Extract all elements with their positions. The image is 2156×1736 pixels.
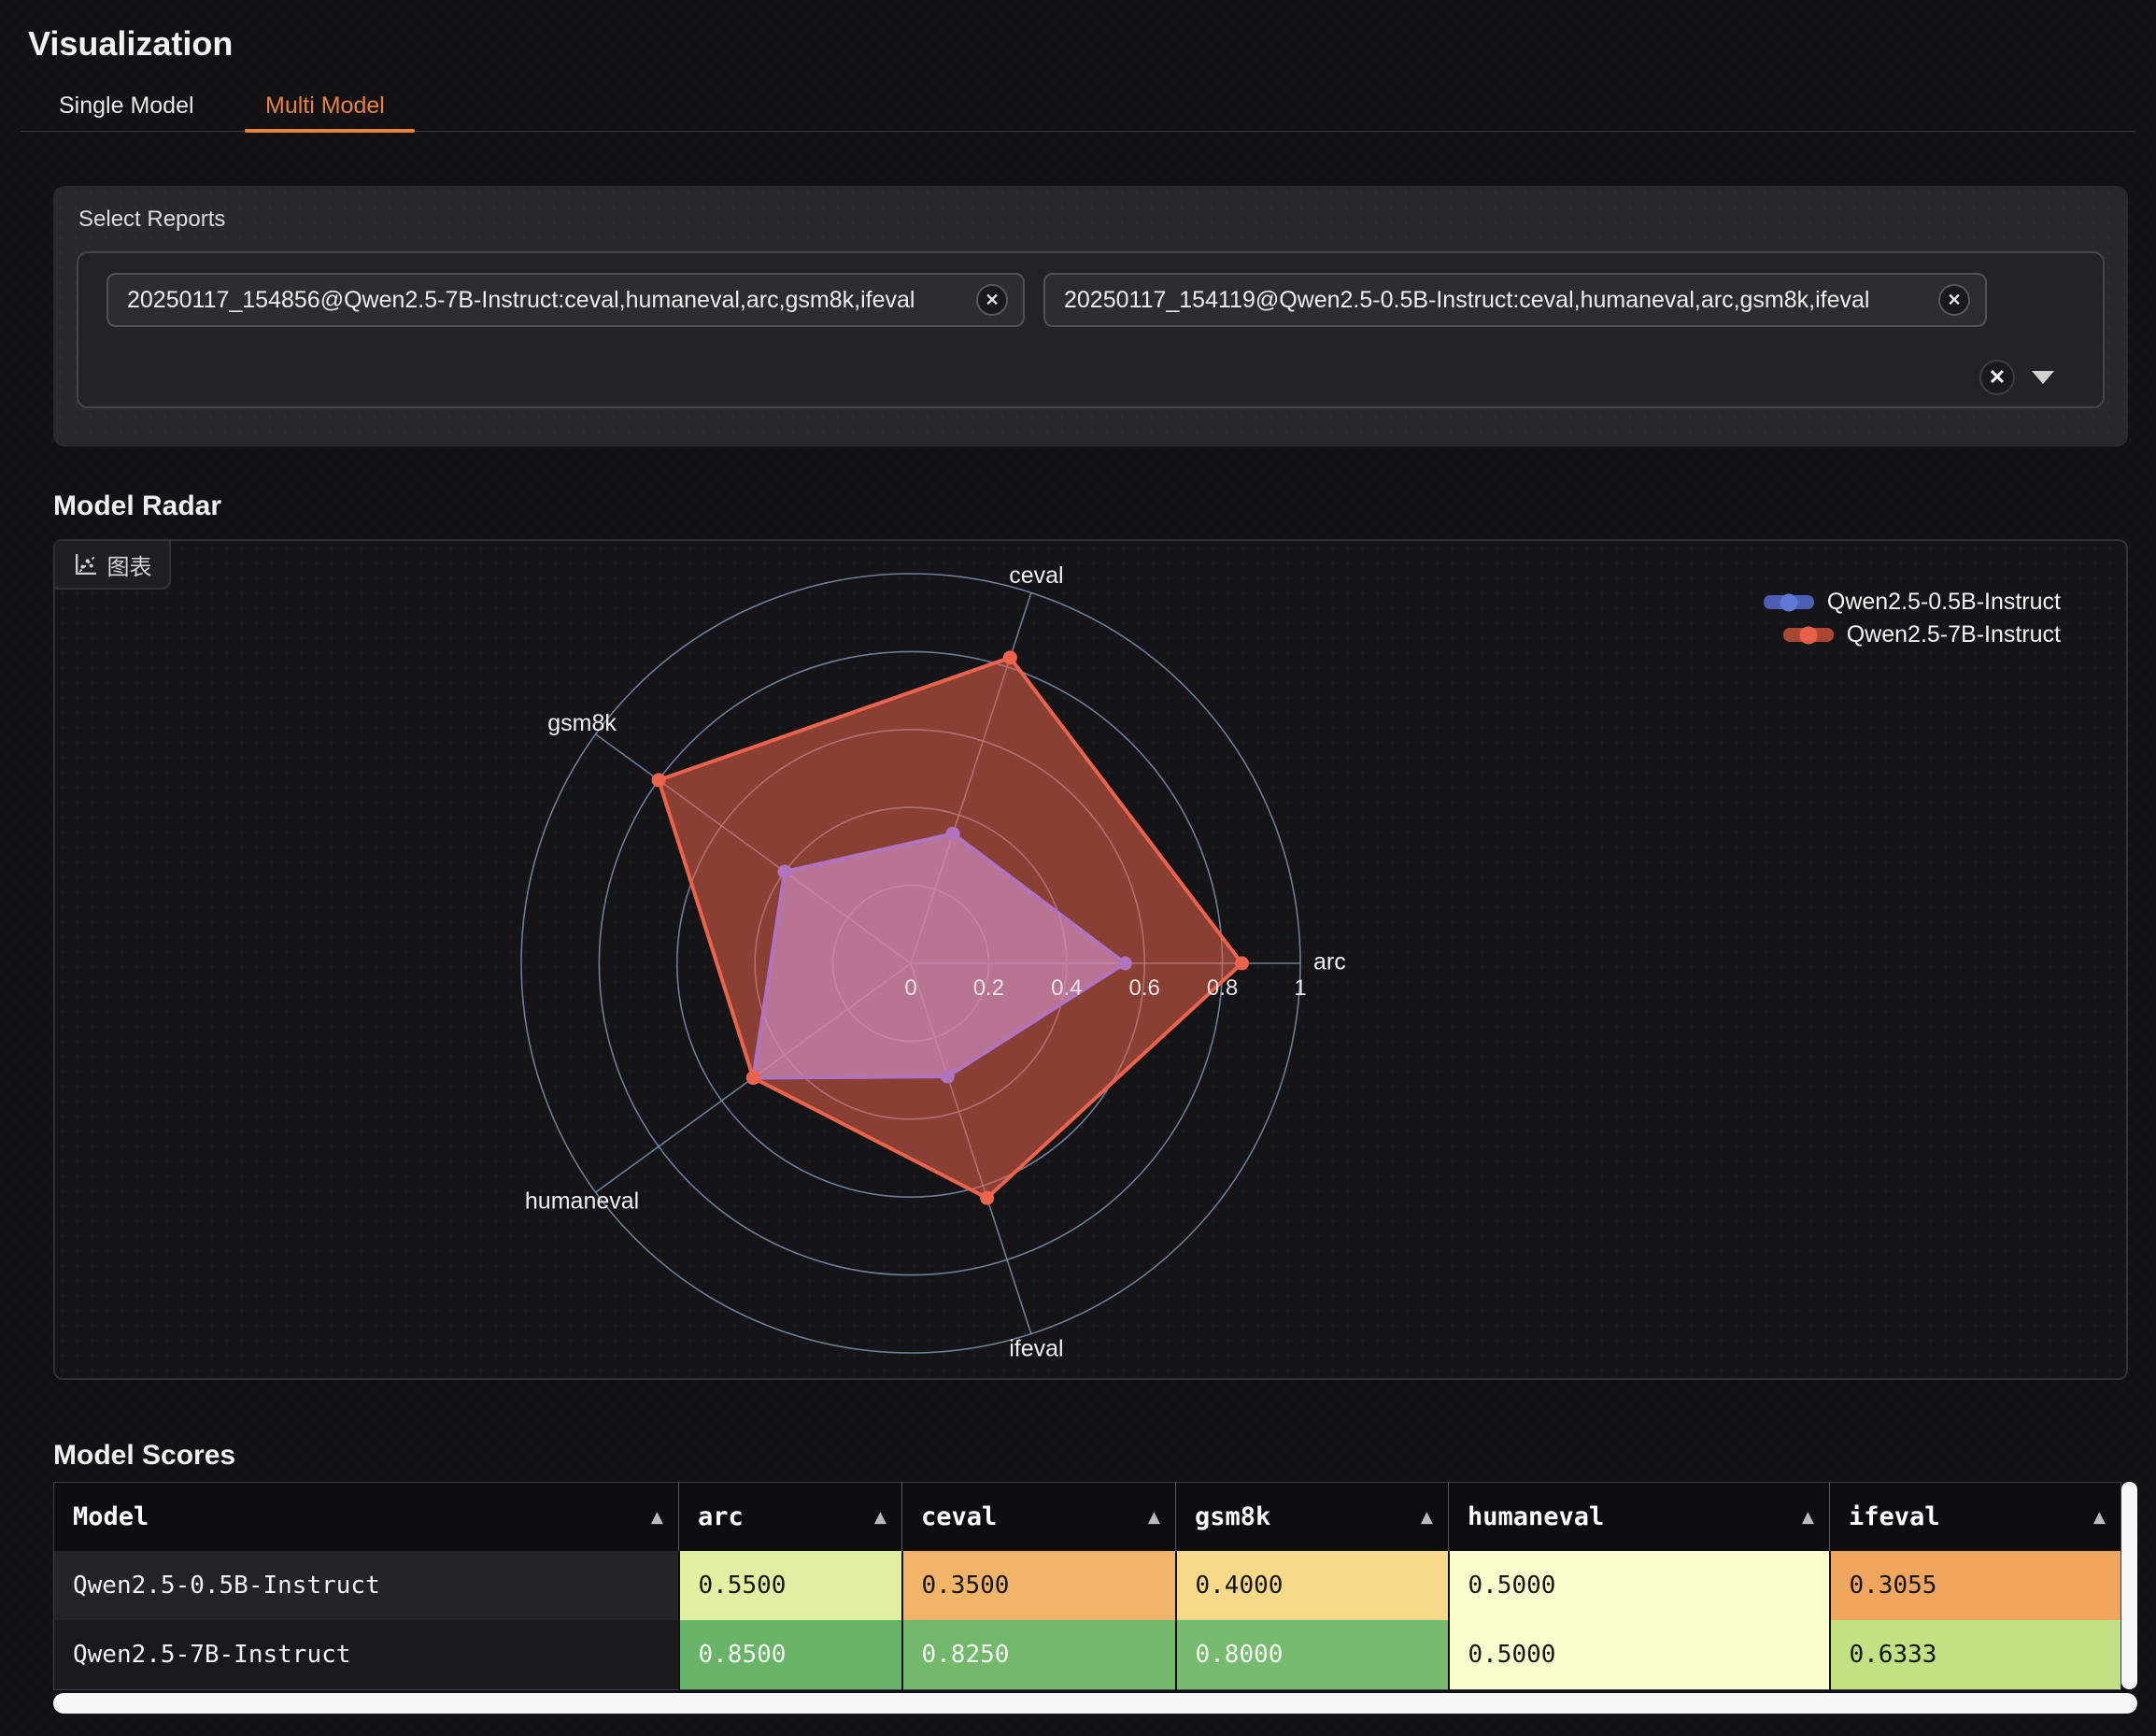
table-vertical-scrollbar[interactable] xyxy=(2121,1482,2137,1689)
sort-icon: ▲ xyxy=(651,1508,663,1527)
column-header-ifeval[interactable]: ifeval▲ xyxy=(1830,1483,2121,1552)
legend-label: Qwen2.5-0.5B-Instruct xyxy=(1827,589,2061,616)
reports-multiselect[interactable]: 20250117_154856@Qwen2.5-7B-Instruct:ceva… xyxy=(77,251,2105,408)
svg-text:gsm8k: gsm8k xyxy=(547,710,617,736)
column-header-ceval[interactable]: ceval▲ xyxy=(902,1483,1176,1552)
chart-type-badge[interactable]: 图表 xyxy=(55,541,171,590)
multiselect-controls: ✕ xyxy=(1979,360,2054,395)
sort-icon: ▲ xyxy=(1421,1508,1433,1527)
svg-text:0.4: 0.4 xyxy=(1051,975,1082,1001)
legend-line-marker xyxy=(1783,628,1834,642)
radar-heading: Model Radar xyxy=(53,491,221,522)
table-row: Qwen2.5-0.5B-Instruct 0.5500 0.3500 0.40… xyxy=(54,1551,2121,1620)
svg-text:ceval: ceval xyxy=(1009,562,1063,589)
page-title: Visualization xyxy=(28,24,233,64)
radar-legend: Qwen2.5-0.5B-Instruct Qwen2.5-7B-Instruc… xyxy=(1764,586,2061,651)
svg-text:0.8: 0.8 xyxy=(1207,975,1238,1001)
legend-dot-marker xyxy=(1780,593,1797,611)
tab-single-model[interactable]: Single Model xyxy=(38,82,215,129)
score-cell: 0.5000 xyxy=(1449,1551,1830,1620)
svg-text:0: 0 xyxy=(904,975,916,1001)
radar-chart: 0 0.2 0.4 0.6 0.8 1 arc ceval gsm8k humaneval ifev… xyxy=(55,541,2126,1378)
legend-label: Qwen2.5-7B-Instruct xyxy=(1847,621,2061,648)
chevron-down-icon[interactable] xyxy=(2032,371,2054,384)
report-chip-label: 20250117_154119@Qwen2.5-0.5B-Instruct:ce… xyxy=(1064,287,1869,314)
column-header-arc[interactable]: arc▲ xyxy=(679,1483,902,1552)
chart-badge-label: 图表 xyxy=(107,548,152,581)
scatter-chart-icon xyxy=(73,552,98,577)
report-chip-label: 20250117_154856@Qwen2.5-7B-Instruct:ceva… xyxy=(127,287,915,314)
legend-dot-marker xyxy=(1799,626,1817,644)
sort-icon: ▲ xyxy=(1802,1508,1814,1527)
tab-multi-model[interactable]: Multi Model xyxy=(245,82,405,129)
svg-text:humaneval: humaneval xyxy=(525,1188,639,1214)
score-cell: 0.8000 xyxy=(1176,1620,1449,1690)
score-cell: 0.5000 xyxy=(1449,1620,1830,1690)
svg-text:0.2: 0.2 xyxy=(973,975,1004,1001)
scores-heading: Model Scores xyxy=(53,1440,235,1472)
report-chip[interactable]: 20250117_154856@Qwen2.5-7B-Instruct:ceva… xyxy=(106,273,1025,327)
legend-item[interactable]: Qwen2.5-0.5B-Instruct xyxy=(1764,586,2061,619)
active-tab-underline xyxy=(245,129,415,133)
sort-icon: ▲ xyxy=(874,1508,887,1527)
tab-bar: Single Model Multi Model xyxy=(21,82,2135,132)
svg-text:0.6: 0.6 xyxy=(1129,975,1160,1001)
column-header-gsm8k[interactable]: gsm8k▲ xyxy=(1176,1483,1449,1552)
table-horizontal-scrollbar[interactable] xyxy=(53,1693,2137,1714)
legend-line-marker xyxy=(1764,595,1814,609)
column-header-humaneval[interactable]: humaneval▲ xyxy=(1449,1483,1830,1552)
model-scores-table: Model▲ arc▲ ceval▲ gsm8k▲ humaneval▲ ife… xyxy=(53,1482,2138,1717)
model-name-cell: Qwen2.5-0.5B-Instruct xyxy=(54,1551,679,1620)
svg-text:ifeval: ifeval xyxy=(1009,1335,1063,1361)
score-cell: 0.6333 xyxy=(1830,1620,2121,1690)
sort-icon: ▲ xyxy=(2093,1508,2106,1527)
score-cell: 0.3500 xyxy=(902,1551,1176,1620)
legend-item[interactable]: Qwen2.5-7B-Instruct xyxy=(1783,619,2061,651)
score-cell: 0.4000 xyxy=(1176,1551,1449,1620)
score-cell: 0.5500 xyxy=(679,1551,902,1620)
model-name-cell: Qwen2.5-7B-Instruct xyxy=(54,1620,679,1690)
svg-text:arc: arc xyxy=(1313,949,1346,975)
select-reports-panel: Select Reports 20250117_154856@Qwen2.5-7… xyxy=(53,186,2128,447)
column-header-model[interactable]: Model▲ xyxy=(54,1483,679,1552)
svg-text:1: 1 xyxy=(1294,975,1306,1001)
sort-icon: ▲ xyxy=(1148,1508,1160,1527)
model-radar-panel: 0 0.2 0.4 0.6 0.8 1 arc ceval gsm8k humaneval ifev… xyxy=(53,539,2128,1380)
select-reports-label: Select Reports xyxy=(78,206,225,233)
clear-all-icon[interactable]: ✕ xyxy=(1979,360,2015,395)
chip-remove-icon[interactable]: ✕ xyxy=(1938,284,1970,316)
chip-remove-icon[interactable]: ✕ xyxy=(976,284,1008,316)
score-cell: 0.8250 xyxy=(902,1620,1176,1690)
score-cell: 0.3055 xyxy=(1830,1551,2121,1620)
table-header-row: Model▲ arc▲ ceval▲ gsm8k▲ humaneval▲ ife… xyxy=(54,1483,2121,1552)
table-row: Qwen2.5-7B-Instruct 0.8500 0.8250 0.8000… xyxy=(54,1620,2121,1690)
score-cell: 0.8500 xyxy=(679,1620,902,1690)
report-chip[interactable]: 20250117_154119@Qwen2.5-0.5B-Instruct:ce… xyxy=(1043,273,1987,327)
